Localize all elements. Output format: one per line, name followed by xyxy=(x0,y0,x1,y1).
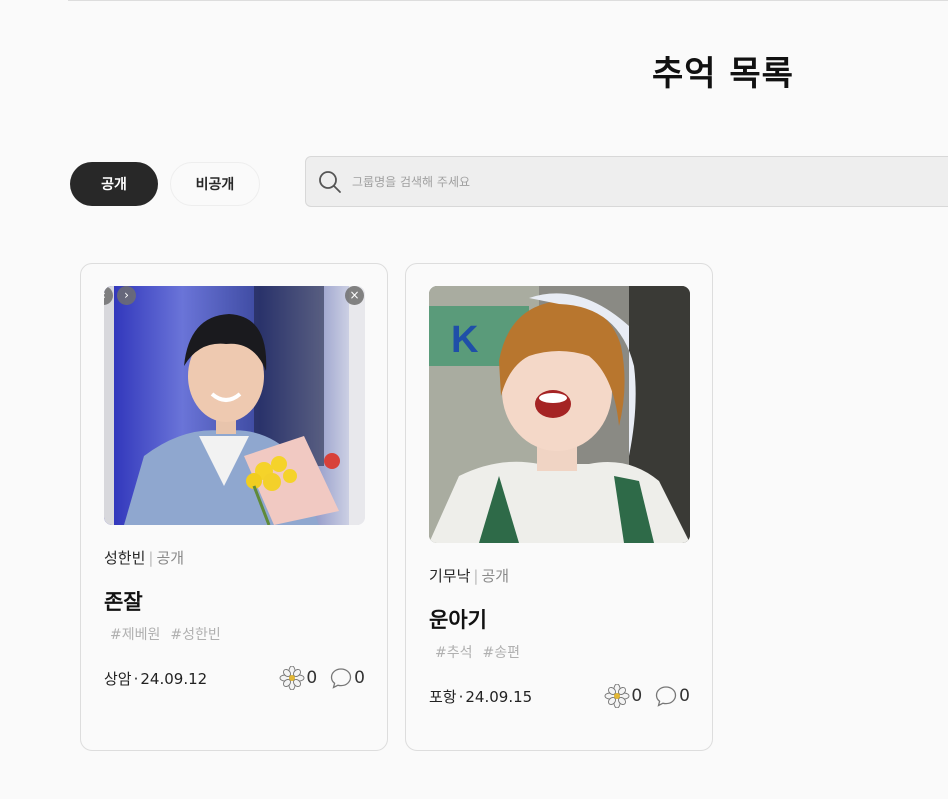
comment-count: 0 xyxy=(354,668,365,688)
card-author: 기무낙 xyxy=(429,567,471,585)
card-title: 존잘 xyxy=(104,590,143,614)
photo-close-button[interactable]: × xyxy=(345,286,364,305)
card-tags: #제베원 #성한빈 xyxy=(110,624,231,644)
svg-text:K: K xyxy=(451,319,479,361)
card-date: 24.09.12 xyxy=(140,670,208,688)
flower-icon xyxy=(279,666,305,690)
card-visibility: 공개 xyxy=(481,567,510,585)
comment-stat[interactable]: 0 xyxy=(654,684,690,708)
card-stats: 0 0 xyxy=(267,666,365,690)
flower-icon xyxy=(604,684,630,708)
card-location-date: 포항 · 24.09.15 xyxy=(429,686,532,707)
speech-bubble-icon xyxy=(656,686,677,707)
card-visibility: 공개 xyxy=(156,549,185,567)
card-date: 24.09.15 xyxy=(465,688,533,706)
memory-photo[interactable]: K xyxy=(429,286,690,543)
photo-person-with-cap: K xyxy=(429,286,690,543)
carousel-next-button[interactable]: › xyxy=(117,286,136,305)
card-location: 포항 xyxy=(429,688,457,706)
card-meta: 성한빈 | 공개 xyxy=(104,547,184,568)
photo-person-with-flowers xyxy=(104,286,365,525)
search-icon xyxy=(319,170,341,193)
tag[interactable]: #송편 xyxy=(483,645,521,661)
card-location-date: 상암 · 24.09.12 xyxy=(104,668,207,689)
speech-bubble-icon xyxy=(331,668,352,689)
page-title: 추억 목록 xyxy=(652,54,794,94)
dot-separator: · xyxy=(133,670,139,688)
meta-separator: | xyxy=(473,567,479,585)
memory-card[interactable]: ‹ › × 성한빈|공개 존잘 #제베원 #성한빈 상암·24.09.12 xyxy=(80,263,388,751)
card-meta: 기무낙 | 공개 xyxy=(429,565,509,586)
like-stat[interactable]: 0 xyxy=(279,666,317,690)
public-toggle-button[interactable]: 공개 xyxy=(70,162,158,206)
comment-stat[interactable]: 0 xyxy=(329,666,365,690)
like-count: 0 xyxy=(631,686,643,706)
meta-separator: | xyxy=(148,549,154,567)
card-title: 운아기 xyxy=(429,608,487,632)
group-search-bar[interactable] xyxy=(305,156,948,207)
card-author: 성한빈 xyxy=(104,549,146,567)
comment-count: 0 xyxy=(679,686,690,706)
like-stat[interactable]: 0 xyxy=(604,684,642,708)
private-toggle-button[interactable]: 비공개 xyxy=(170,162,260,206)
card-stats: 0 0 xyxy=(592,684,690,708)
tag[interactable]: #제베원 xyxy=(110,627,160,643)
tag[interactable]: #추석 xyxy=(435,645,473,661)
card-tags: #추석 #송편 xyxy=(435,642,530,662)
card-location: 상암 xyxy=(104,670,132,688)
memory-photo[interactable]: ‹ › × xyxy=(104,286,365,525)
header-divider xyxy=(68,0,948,1)
group-search-input[interactable] xyxy=(352,174,852,189)
like-count: 0 xyxy=(306,668,318,688)
dot-separator: · xyxy=(458,688,464,706)
memory-list-page: 추억 목록 공개 비공개 그룹명을 검색해 주세요 › × 성한빈 | 공개 존… xyxy=(0,0,948,799)
memory-card[interactable]: K 기무낙 | 공개 운아기 #추석 #송편 포항 · 24.09.15 0 0 xyxy=(405,263,713,751)
tag[interactable]: #성한빈 xyxy=(170,627,220,643)
